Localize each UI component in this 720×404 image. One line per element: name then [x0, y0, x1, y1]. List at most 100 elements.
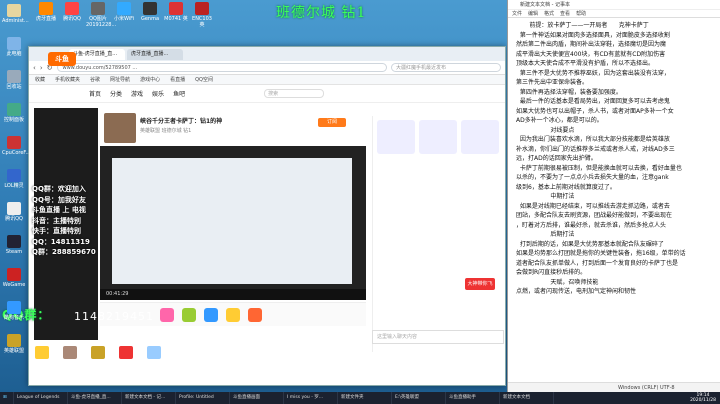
taskbar-item[interactable]: 新建文件夹 [338, 392, 392, 404]
gift-icon[interactable] [160, 307, 174, 322]
desktop-icon[interactable]: 小米WiFi [112, 2, 136, 22]
gift-icon[interactable] [204, 307, 218, 322]
overlay-line: QQ群：欢迎加入 [32, 185, 86, 193]
desktop-icon[interactable]: ENC103 英 [190, 2, 214, 28]
site-nav-home[interactable]: 首页 [89, 89, 101, 98]
follow-button[interactable]: 订阅 [318, 118, 346, 127]
desktop-icon[interactable]: 控制面板 [2, 103, 26, 123]
gift-icon[interactable] [226, 307, 240, 322]
app-icon [7, 4, 21, 17]
site-nav-fun[interactable]: 娱乐 [152, 89, 164, 98]
rank-item[interactable] [461, 120, 499, 154]
bookmark-item[interactable]: 手机收藏夹 [55, 75, 80, 84]
desktop-icon[interactable]: 腾讯QQ [60, 2, 84, 22]
app-icon [7, 301, 21, 314]
site-nav-forum[interactable]: 鱼吧 [173, 89, 185, 98]
desktop-icon[interactable]: 天涯明月刀 [142, 346, 166, 372]
bookmark-item[interactable]: 看直播 [170, 75, 185, 84]
avatar[interactable] [104, 113, 136, 143]
bookmark-item[interactable]: 游戏中心 [140, 75, 160, 84]
desktop-icon-label: ENC103 英 [192, 16, 212, 28]
desktop-icon[interactable]: 酷狗音乐 [2, 301, 26, 321]
notepad-menu-item[interactable]: 查看 [560, 10, 570, 17]
desktop-icon[interactable]: 一年计 [30, 346, 54, 366]
url-input[interactable]: www.douyu.com/52789507 ... [56, 63, 387, 72]
taskbar-item[interactable]: 新建文本文档 - 记... [122, 392, 176, 404]
bookmark-item[interactable]: 收藏 [35, 75, 45, 84]
desktop-icon[interactable]: 英雄联盟 [2, 334, 26, 354]
desktop-icon[interactable]: 腾讯QQ [2, 202, 26, 222]
app-icon [7, 268, 21, 281]
app-icon [119, 346, 133, 359]
desktop-icon[interactable]: 英雄联盟 [86, 346, 110, 366]
desktop-icon[interactable]: WeGame [2, 268, 26, 288]
site-header: 首页 分类 游戏 娱乐 鱼吧 搜索 [29, 85, 505, 103]
desktop-icon[interactable]: 回收站 [2, 70, 26, 90]
taskbar-item[interactable]: E:\英雄联盟 [392, 392, 446, 404]
chat-input[interactable]: 这里输入聊天内容 [372, 330, 504, 344]
notepad-menu-item[interactable]: 格式 [544, 10, 554, 17]
notepad-menu-item[interactable]: 编辑 [528, 10, 538, 17]
taskbar-item[interactable]: Profile: Untitled [176, 392, 230, 404]
desktop-icon-label: Genma [140, 16, 160, 22]
app-icon [169, 2, 183, 15]
taskbar-item[interactable]: I miss you - 罗... [284, 392, 338, 404]
taskbar: ⊞ League of Legends 斗鱼-虎牙直播_直... 新建文本文档 - … [0, 392, 720, 404]
stream-screen [112, 158, 352, 284]
cta-button[interactable]: 大神带你飞 [465, 278, 495, 290]
forward-icon[interactable]: › [40, 64, 43, 72]
video-player[interactable]: 00:41:29 [100, 146, 366, 300]
browser-search-input[interactable]: 大疆红魔手机最近发布 [391, 63, 501, 72]
notepad-text-area[interactable]: 前提：放卡萨丁——一开局者 克神卡萨丁 第一件神话如果对面肉多选择面具，对面脆皮… [508, 18, 720, 373]
bookmark-item[interactable]: 网址导航 [110, 75, 130, 84]
app-icon [7, 334, 21, 347]
desktop-icon[interactable]: 虎牙直播 [34, 2, 58, 22]
desktop-icon-label: 酷狗音乐 [3, 315, 24, 321]
taskbar-item[interactable]: 斗鱼直播画面 [230, 392, 284, 404]
qq-group-number: 1148219451 [74, 310, 154, 323]
overlay-line: 斗鱼直播 上 电视 [32, 206, 86, 214]
rank-item[interactable] [377, 120, 415, 154]
taskbar-item[interactable]: 新建文本文档 [500, 392, 554, 404]
desktop-icon[interactable]: 此电脑 [2, 37, 26, 57]
browser-tab[interactable]: 虎牙直播_直播... [127, 48, 183, 60]
gift-icon[interactable] [182, 307, 196, 322]
desktop-icon[interactable]: Steam [2, 235, 26, 255]
desktop-icon[interactable]: M0741 英 [164, 2, 188, 22]
site-nav-game[interactable]: 游戏 [131, 89, 143, 98]
bookmark-item[interactable]: 谷歌 [90, 75, 100, 84]
site-search-input[interactable]: 搜索 [264, 89, 325, 98]
desktop-icon-label: CpuCoreF... [2, 150, 31, 156]
taskbar-item[interactable]: 斗鱼直播助手 [446, 392, 500, 404]
notepad-menu-item[interactable]: 文件 [512, 10, 522, 17]
desktop-icon[interactable]: 一百个分 [114, 346, 138, 366]
desktop-icon[interactable]: LOL精灵 [2, 169, 26, 189]
desktop-icon-label: 控制面板 [3, 117, 24, 123]
desktop-icon-label: 天涯明月刀 [143, 360, 164, 372]
site-logo[interactable]: 斗鱼 [48, 52, 76, 66]
app-icon [91, 2, 105, 15]
browser-tab[interactable]: 斗鱼-虎牙直播_直... [69, 48, 125, 60]
rank-item[interactable] [419, 120, 457, 154]
desktop-icon[interactable]: QQ图片20191228... [86, 2, 116, 28]
desktop-icon[interactable]: QQ图片20200924... [58, 346, 89, 372]
taskbar-item[interactable]: League of Legends [14, 392, 68, 404]
start-button[interactable]: ⊞ [0, 392, 14, 404]
taskbar-item[interactable]: 斗鱼-虎牙直播_直... [68, 392, 122, 404]
app-icon [195, 2, 209, 15]
app-icon [7, 169, 21, 182]
site-nav-category[interactable]: 分类 [110, 89, 122, 98]
desktop-icon[interactable]: CpuCoreF... [2, 136, 31, 156]
app-icon [147, 346, 161, 359]
desktop-icon-label: LOL精灵 [4, 183, 24, 189]
overlay-line: QQ：14811319 [32, 237, 90, 246]
notepad-menu-item[interactable]: 帮助 [576, 10, 586, 17]
desktop-icon[interactable]: Administ... [2, 4, 29, 24]
gift-icon[interactable] [248, 307, 262, 322]
bookmark-item[interactable]: QQ空间 [195, 75, 213, 84]
clock[interactable]: 19:14 2020/11/28 [686, 393, 720, 404]
desktop-icon-label: QQ图片20200924... [58, 360, 89, 372]
desktop-icon-label: M0741 英 [164, 16, 188, 22]
back-icon[interactable]: ‹ [33, 64, 36, 72]
desktop-icon[interactable]: Genma [138, 2, 162, 22]
